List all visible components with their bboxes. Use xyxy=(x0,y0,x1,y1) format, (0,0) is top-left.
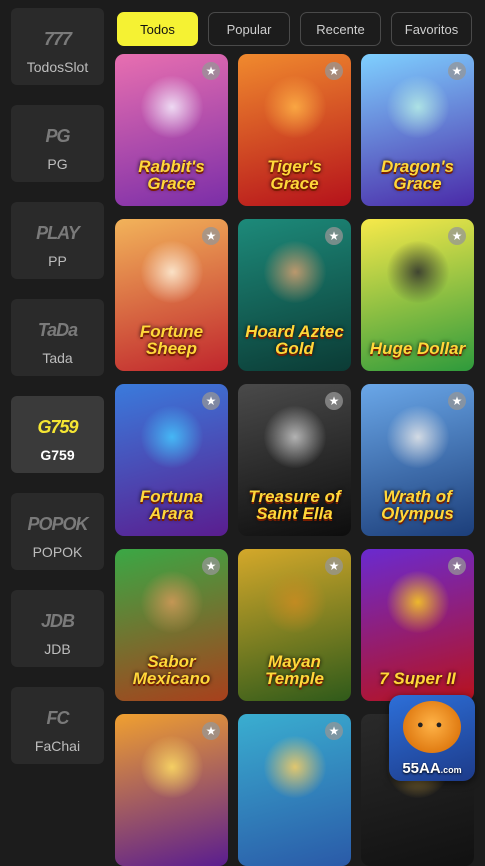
game-art-icon xyxy=(140,406,203,468)
favorite-star-icon[interactable]: ★ xyxy=(448,62,466,80)
favorite-star-icon[interactable]: ★ xyxy=(202,62,220,80)
game-art-icon xyxy=(140,241,203,303)
game-card[interactable]: Mayan Temple ★ xyxy=(238,549,351,701)
game-card[interactable]: ★ xyxy=(115,714,228,866)
game-title: Tiger's Grace xyxy=(267,157,322,193)
game-art-icon xyxy=(386,76,449,138)
sidebar-item-label: G759 xyxy=(40,446,75,463)
sidebar-item-todosslot[interactable]: 777 TodosSlot xyxy=(11,8,104,85)
sidebar-item-label: TodosSlot xyxy=(26,58,89,75)
game-title: Sabor Mexicano xyxy=(132,652,211,688)
favorite-star-icon[interactable]: ★ xyxy=(325,722,343,740)
sidebar-item-label: Tada xyxy=(42,349,73,366)
sidebar-item-tada[interactable]: TaDa Tada xyxy=(11,299,104,376)
game-title: Mayan Temple xyxy=(265,652,324,688)
game-art-icon xyxy=(263,241,326,303)
game-card[interactable]: Wrath of Olympus ★ xyxy=(361,384,474,536)
game-card[interactable]: Fortuna Arara ★ xyxy=(115,384,228,536)
sidebar-item-label: JDB xyxy=(44,640,71,657)
game-title: Fortuna Arara xyxy=(139,487,204,523)
game-title: Huge Dollar xyxy=(369,339,466,358)
game-title: Wrath of Olympus xyxy=(381,487,454,523)
promo-badge[interactable]: ●● 55AA.com xyxy=(389,695,475,781)
favorite-star-icon[interactable]: ★ xyxy=(325,227,343,245)
game-card[interactable]: Rabbit's Grace ★ xyxy=(115,54,228,206)
promo-badge-label: 55AA xyxy=(402,760,441,777)
provider-logo-icon: POPOK xyxy=(27,514,88,534)
sidebar-item-pp[interactable]: PLAY PP xyxy=(11,202,104,279)
sidebar-item-g759[interactable]: G759 G759 xyxy=(11,396,104,473)
game-art-icon xyxy=(140,571,203,633)
provider-logo-icon: PLAY xyxy=(36,223,80,243)
game-art-icon xyxy=(263,571,326,633)
sidebar-item-label: POPOK xyxy=(32,543,83,560)
favorite-star-icon[interactable]: ★ xyxy=(202,392,220,410)
game-art-icon xyxy=(140,76,203,138)
favorite-star-icon[interactable]: ★ xyxy=(202,227,220,245)
provider-logo-icon: G759 xyxy=(37,417,78,437)
promo-badge-suffix: .com xyxy=(440,765,462,775)
sidebar-item-fachai[interactable]: FC FaChai xyxy=(11,687,104,764)
game-card[interactable]: Fortune Sheep ★ xyxy=(115,219,228,371)
sidebar-item-label: PG xyxy=(47,155,68,172)
favorite-star-icon[interactable]: ★ xyxy=(325,392,343,410)
game-card[interactable]: Hoard Aztec Gold ★ xyxy=(238,219,351,371)
game-card[interactable]: Treasure of Saint Ella ★ xyxy=(238,384,351,536)
game-title: 7 Super II xyxy=(379,669,456,688)
provider-logo-icon: FC xyxy=(46,708,70,728)
tab-recente[interactable]: Recente xyxy=(300,12,381,46)
tab-favoritos[interactable]: Favoritos xyxy=(391,12,472,46)
game-card[interactable]: Sabor Mexicano ★ xyxy=(115,549,228,701)
tiger-mascot-icon: ●● xyxy=(403,701,461,753)
provider-logo-icon: JDB xyxy=(40,611,75,631)
tab-popular[interactable]: Popular xyxy=(208,12,290,46)
game-card[interactable]: Huge Dollar ★ xyxy=(361,219,474,371)
tab-todos[interactable]: Todos xyxy=(117,12,198,46)
favorite-star-icon[interactable]: ★ xyxy=(448,557,466,575)
sidebar-item-label: FaChai xyxy=(34,737,81,754)
favorite-star-icon[interactable]: ★ xyxy=(202,557,220,575)
sidebar-item-label: PP xyxy=(48,252,67,269)
game-title: Fortune Sheep xyxy=(139,322,204,358)
game-art-icon xyxy=(386,241,449,303)
provider-sidebar: 777 TodosSlot PG PG PLAY PP TaDa Tada G759 G759 PO… xyxy=(0,0,112,789)
sidebar-item-popok[interactable]: POPOK POPOK xyxy=(11,493,104,570)
game-card[interactable]: Dragon's Grace ★ xyxy=(361,54,474,206)
favorite-star-icon[interactable]: ★ xyxy=(202,722,220,740)
game-art-icon xyxy=(386,571,449,633)
sidebar-item-pg[interactable]: PG PG xyxy=(11,105,104,182)
sidebar-item-jdb[interactable]: JDB JDB xyxy=(11,590,104,667)
provider-logo-icon: TaDa xyxy=(37,320,78,340)
game-art-icon xyxy=(386,406,449,468)
favorite-star-icon[interactable]: ★ xyxy=(448,392,466,410)
favorite-star-icon[interactable]: ★ xyxy=(325,62,343,80)
game-title: Hoard Aztec Gold xyxy=(245,322,344,358)
game-title: Dragon's Grace xyxy=(381,157,454,193)
game-title: Rabbit's Grace xyxy=(138,157,205,193)
provider-logo-icon: 777 xyxy=(43,29,72,49)
game-card[interactable]: ★ xyxy=(238,714,351,866)
game-art-icon xyxy=(263,76,326,138)
provider-logo-icon: PG xyxy=(45,126,70,146)
game-art-icon xyxy=(263,406,326,468)
favorite-star-icon[interactable]: ★ xyxy=(448,227,466,245)
game-card[interactable]: Tiger's Grace ★ xyxy=(238,54,351,206)
game-title: Treasure of Saint Ella xyxy=(248,487,341,523)
favorite-star-icon[interactable]: ★ xyxy=(325,557,343,575)
game-card[interactable]: 7 Super II ★ xyxy=(361,549,474,701)
